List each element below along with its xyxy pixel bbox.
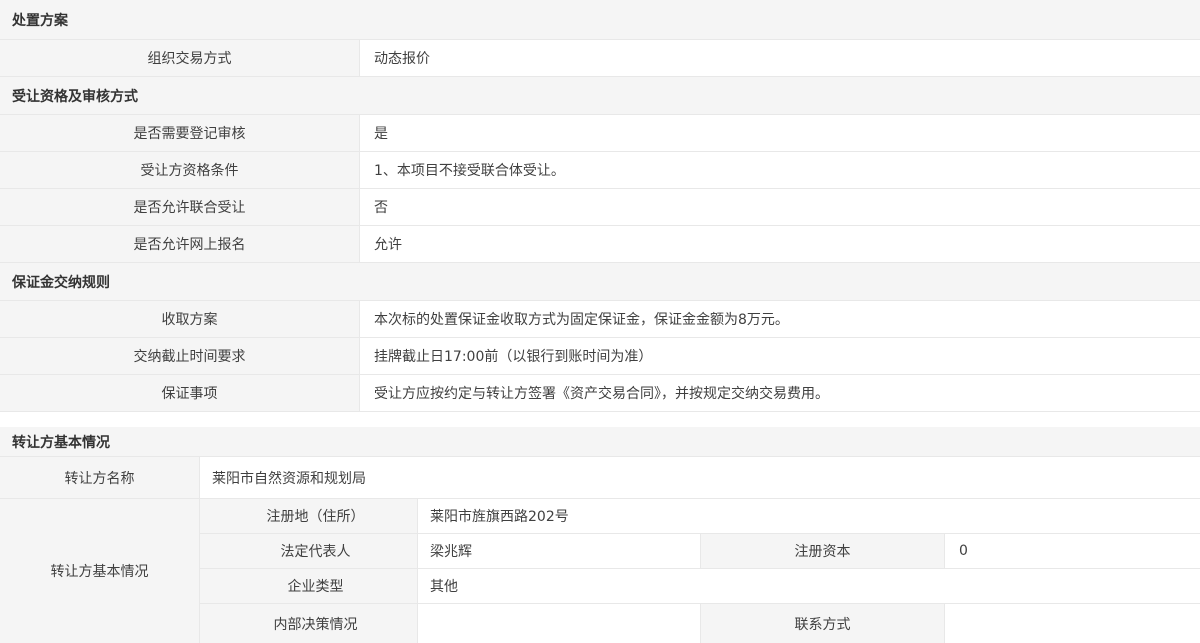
group-label: 转让方基本情况 bbox=[0, 499, 200, 643]
table-row: 转让方名称 莱阳市自然资源和规划局 bbox=[0, 457, 1200, 499]
table-row: 保证事项 受让方应按约定与转让方签署《资产交易合同》，并按规定交纳交易费用。 bbox=[0, 375, 1200, 412]
field-label: 保证事项 bbox=[0, 375, 360, 411]
field-label: 收取方案 bbox=[0, 301, 360, 337]
field-value: 挂牌截止日17:00前（以银行到账时间为准） bbox=[360, 338, 1200, 374]
field-value: 本次标的处置保证金收取方式为固定保证金，保证金金额为8万元。 bbox=[360, 301, 1200, 337]
table-row: 是否需要登记审核 是 bbox=[0, 115, 1200, 152]
field-value: 莱阳市旌旗西路202号 bbox=[418, 499, 1200, 533]
field-label: 企业类型 bbox=[200, 569, 418, 603]
field-value: 其他 bbox=[418, 569, 1200, 603]
field-label: 注册资本 bbox=[700, 534, 945, 568]
table-row: 企业类型 其他 bbox=[200, 569, 1200, 604]
table-row: 内部决策情况 联系方式 bbox=[200, 604, 1200, 643]
field-label: 受让方资格条件 bbox=[0, 152, 360, 188]
table-row: 受让方资格条件 1、本项目不接受联合体受让。 bbox=[0, 152, 1200, 189]
section-title: 处置方案 bbox=[12, 10, 68, 30]
transferor-detail-block: 转让方基本情况 注册地（住所） 莱阳市旌旗西路202号 法定代表人 梁兆辉 注册… bbox=[0, 499, 1200, 643]
field-label: 是否允许联合受让 bbox=[0, 189, 360, 225]
field-value: 是 bbox=[360, 115, 1200, 151]
table-row: 法定代表人 梁兆辉 注册资本 0 bbox=[200, 534, 1200, 569]
field-label: 联系方式 bbox=[700, 604, 945, 643]
field-value bbox=[418, 604, 700, 643]
table-row: 收取方案 本次标的处置保证金收取方式为固定保证金，保证金金额为8万元。 bbox=[0, 301, 1200, 338]
table-row: 注册地（住所） 莱阳市旌旗西路202号 bbox=[200, 499, 1200, 534]
table-row: 交纳截止时间要求 挂牌截止日17:00前（以银行到账时间为准） bbox=[0, 338, 1200, 375]
field-label: 交纳截止时间要求 bbox=[0, 338, 360, 374]
disposal-detail-page: 处置方案 组织交易方式 动态报价 受让资格及审核方式 是否需要登记审核 是 受让… bbox=[0, 0, 1200, 643]
field-value: 0 bbox=[945, 534, 1200, 568]
section-title: 受让资格及审核方式 bbox=[12, 86, 138, 106]
section-title: 转让方基本情况 bbox=[12, 432, 110, 452]
table-row: 组织交易方式 动态报价 bbox=[0, 40, 1200, 77]
section-header-qualification: 受让资格及审核方式 bbox=[0, 77, 1200, 115]
section-header-transferor: 转让方基本情况 bbox=[0, 427, 1200, 457]
field-label: 是否允许网上报名 bbox=[0, 226, 360, 262]
section-gap bbox=[0, 412, 1200, 427]
field-value: 1、本项目不接受联合体受让。 bbox=[360, 152, 1200, 188]
field-value: 受让方应按约定与转让方签署《资产交易合同》，并按规定交纳交易费用。 bbox=[360, 375, 1200, 411]
nested-table: 注册地（住所） 莱阳市旌旗西路202号 法定代表人 梁兆辉 注册资本 0 企业类… bbox=[200, 499, 1200, 643]
field-value: 否 bbox=[360, 189, 1200, 225]
section-header-deposit-rules: 保证金交纳规则 bbox=[0, 263, 1200, 301]
field-label: 注册地（住所） bbox=[200, 499, 418, 533]
field-label: 转让方名称 bbox=[0, 457, 200, 498]
field-value: 梁兆辉 bbox=[418, 534, 700, 568]
field-label: 是否需要登记审核 bbox=[0, 115, 360, 151]
field-label: 法定代表人 bbox=[200, 534, 418, 568]
field-label: 内部决策情况 bbox=[200, 604, 418, 643]
section-header-disposal-plan: 处置方案 bbox=[0, 0, 1200, 40]
field-value: 莱阳市自然资源和规划局 bbox=[200, 457, 1200, 498]
table-row: 是否允许联合受让 否 bbox=[0, 189, 1200, 226]
field-label: 组织交易方式 bbox=[0, 40, 360, 76]
table-row: 是否允许网上报名 允许 bbox=[0, 226, 1200, 263]
field-value bbox=[945, 604, 1200, 643]
field-value: 允许 bbox=[360, 226, 1200, 262]
section-title: 保证金交纳规则 bbox=[12, 272, 110, 292]
field-value: 动态报价 bbox=[360, 40, 1200, 76]
